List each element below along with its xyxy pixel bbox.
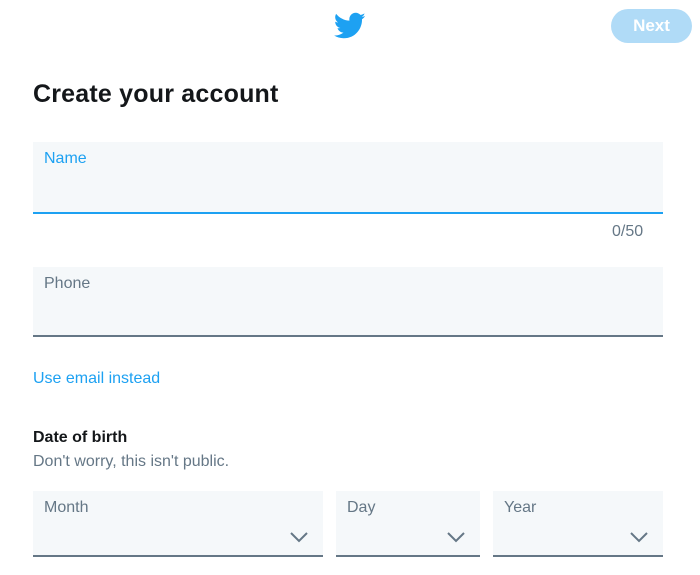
name-field[interactable]: Name xyxy=(33,142,663,214)
phone-field-label: Phone xyxy=(44,275,91,292)
name-char-counter: 0/50 xyxy=(612,223,644,240)
chevron-down-icon xyxy=(446,531,466,543)
name-field-label: Name xyxy=(44,150,87,167)
next-button[interactable]: Next xyxy=(611,9,692,43)
phone-field[interactable]: Phone xyxy=(33,267,663,337)
chevron-down-icon xyxy=(629,531,649,543)
create-account-page: Next Create your account Name 0/50 Phone… xyxy=(0,0,700,575)
page-title: Create your account xyxy=(33,80,279,108)
use-email-link[interactable]: Use email instead xyxy=(33,370,160,388)
day-select-label: Day xyxy=(347,499,376,516)
month-select-label: Month xyxy=(44,499,89,516)
dob-title: Date of birth xyxy=(33,429,128,446)
year-select[interactable]: Year xyxy=(493,491,663,557)
dob-subtitle: Don't worry, this isn't public. xyxy=(33,453,230,470)
day-select[interactable]: Day xyxy=(336,491,480,557)
twitter-bird-icon xyxy=(334,12,366,40)
month-select[interactable]: Month xyxy=(33,491,323,557)
year-select-label: Year xyxy=(504,499,537,516)
chevron-down-icon xyxy=(289,531,309,543)
